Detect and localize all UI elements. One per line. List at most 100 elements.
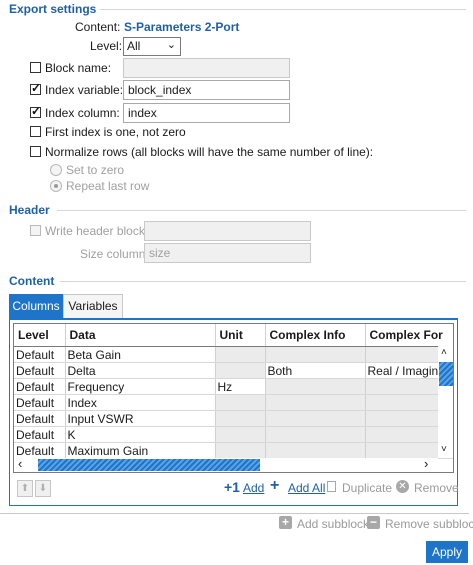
index-column-input[interactable]: index (123, 103, 290, 123)
cell-level[interactable]: Default (14, 362, 66, 379)
cell-data[interactable]: Input VSWR (65, 410, 216, 427)
index-column-label: Index column: (45, 106, 120, 120)
cell-level[interactable]: Default (14, 394, 66, 411)
index-variable-input[interactable]: block_index (123, 80, 290, 100)
level-label: Level: (90, 39, 123, 53)
vertical-scroll-thumb[interactable] (439, 362, 453, 386)
cell-complex-info[interactable] (265, 378, 366, 395)
cell-level[interactable]: Default (14, 410, 66, 427)
cell-unit[interactable] (215, 394, 266, 411)
content-section-title: Content (9, 274, 55, 288)
table-row[interactable]: Default Index (14, 394, 453, 411)
cell-level[interactable]: Default (14, 426, 66, 443)
size-column-label: Size column: (80, 247, 149, 261)
column-header-data[interactable]: Data (65, 324, 216, 347)
table-row[interactable]: Default K (14, 426, 453, 443)
cell-data[interactable]: Delta (65, 362, 216, 379)
cell-complex-info[interactable] (265, 346, 366, 363)
columns-table-frame: Level Data Unit Complex Info Complex For… (13, 323, 454, 473)
normalize-rows-checkbox[interactable] (30, 146, 41, 157)
add-subblock-icon: + (279, 516, 292, 529)
block-name-checkbox[interactable] (30, 62, 41, 73)
cell-complex-info[interactable] (265, 426, 366, 443)
size-column-input[interactable]: size (144, 243, 311, 263)
section-divider (100, 9, 466, 10)
table-header-row: Level Data Unit Complex Info Complex For (14, 324, 453, 347)
write-header-label: Write header block: (45, 224, 149, 238)
tab-columns[interactable]: Columns (9, 294, 63, 319)
column-header-level[interactable]: Level (14, 324, 66, 347)
cell-data[interactable]: Maximum Gain (65, 442, 216, 459)
block-name-input[interactable] (123, 58, 290, 78)
add-all-icon: + (270, 477, 280, 494)
cell-unit[interactable] (215, 346, 266, 363)
remove-icon: ✕ (396, 480, 409, 493)
horizontal-scrollbar[interactable]: ‹ › (14, 456, 438, 472)
write-header-checkbox[interactable] (30, 225, 41, 236)
cell-unit[interactable] (215, 426, 266, 443)
column-header-complex-info[interactable]: Complex Info (265, 324, 366, 347)
panel-bottom-border (0, 513, 469, 514)
cell-level[interactable]: Default (14, 346, 66, 363)
scroll-up-icon[interactable]: ˄ (441, 347, 447, 358)
header-section-title: Header (9, 203, 50, 217)
cell-complex-info[interactable] (265, 410, 366, 427)
remove-button[interactable]: Remove (414, 481, 459, 495)
column-header-complex-format[interactable]: Complex For (365, 324, 453, 347)
cell-unit[interactable] (215, 442, 266, 459)
move-down-icon[interactable]: ⬇ (35, 480, 51, 497)
scroll-right-icon[interactable]: › (424, 456, 428, 471)
table-row[interactable]: Default Input VSWR (14, 410, 453, 427)
section-divider (57, 210, 466, 211)
cell-unit[interactable] (215, 362, 266, 379)
table-row[interactable]: Default Maximum Gain (14, 442, 453, 459)
tab-variables[interactable]: Variables (63, 294, 123, 318)
content-label: Content: (75, 20, 121, 34)
export-settings-title: Export settings (9, 2, 97, 16)
horizontal-scroll-thumb[interactable] (38, 459, 260, 471)
table-row[interactable]: Default Delta Both Real / Imaginar (14, 362, 453, 379)
add-icon: +1 (224, 479, 240, 495)
table-row[interactable]: Default Beta Gain (14, 346, 453, 363)
add-all-button[interactable]: Add All (288, 481, 325, 495)
cell-unit[interactable]: Hz (215, 378, 266, 395)
cell-data[interactable]: Index (65, 394, 216, 411)
cell-data[interactable]: Beta Gain (65, 346, 216, 363)
scroll-left-icon[interactable]: ‹ (18, 456, 22, 471)
set-to-zero-label: Set to zero (66, 163, 125, 177)
set-to-zero-radio[interactable] (50, 164, 62, 176)
repeat-last-row-label: Repeat last row (66, 179, 150, 193)
move-up-icon[interactable]: ⬆ (17, 480, 33, 497)
duplicate-icon (327, 481, 336, 492)
cell-data[interactable]: K (65, 426, 216, 443)
cell-complex-info[interactable] (265, 394, 366, 411)
remove-subblock-icon: − (367, 516, 380, 529)
index-variable-label: Index variable: (45, 83, 124, 97)
level-select-value: All (127, 39, 141, 53)
chevron-down-icon: ⌄ (166, 39, 176, 51)
add-button[interactable]: Add (243, 481, 264, 495)
level-select[interactable]: All ⌄ (123, 37, 181, 56)
add-subblock-button[interactable]: Add subblock (297, 517, 369, 531)
index-variable-checkbox[interactable] (30, 81, 41, 95)
apply-button[interactable]: Apply (426, 541, 468, 563)
cell-unit[interactable] (215, 410, 266, 427)
duplicate-button[interactable]: Duplicate (342, 481, 392, 495)
column-header-unit[interactable]: Unit (215, 324, 266, 347)
scroll-down-icon[interactable]: ˅ (441, 444, 447, 455)
cell-data[interactable]: Frequency (65, 378, 216, 395)
repeat-last-row-radio[interactable] (50, 180, 62, 192)
cell-level[interactable]: Default (14, 378, 66, 395)
first-index-checkbox[interactable] (30, 126, 41, 137)
vertical-scrollbar[interactable]: ˄ ˅ (438, 346, 453, 458)
content-value: S-Parameters 2-Port (124, 20, 240, 34)
cell-complex-info[interactable] (265, 442, 366, 459)
table-row[interactable]: Default Frequency Hz (14, 378, 453, 395)
section-divider (60, 281, 466, 282)
write-header-input[interactable] (144, 221, 311, 241)
cell-complex-info[interactable]: Both (265, 362, 366, 379)
columns-table: Level Data Unit Complex Info Complex For… (14, 324, 453, 459)
remove-subblock-button[interactable]: Remove subblock (385, 517, 473, 531)
index-column-checkbox[interactable] (30, 104, 41, 118)
normalize-rows-label: Normalize rows (all blocks will have the… (45, 145, 374, 159)
